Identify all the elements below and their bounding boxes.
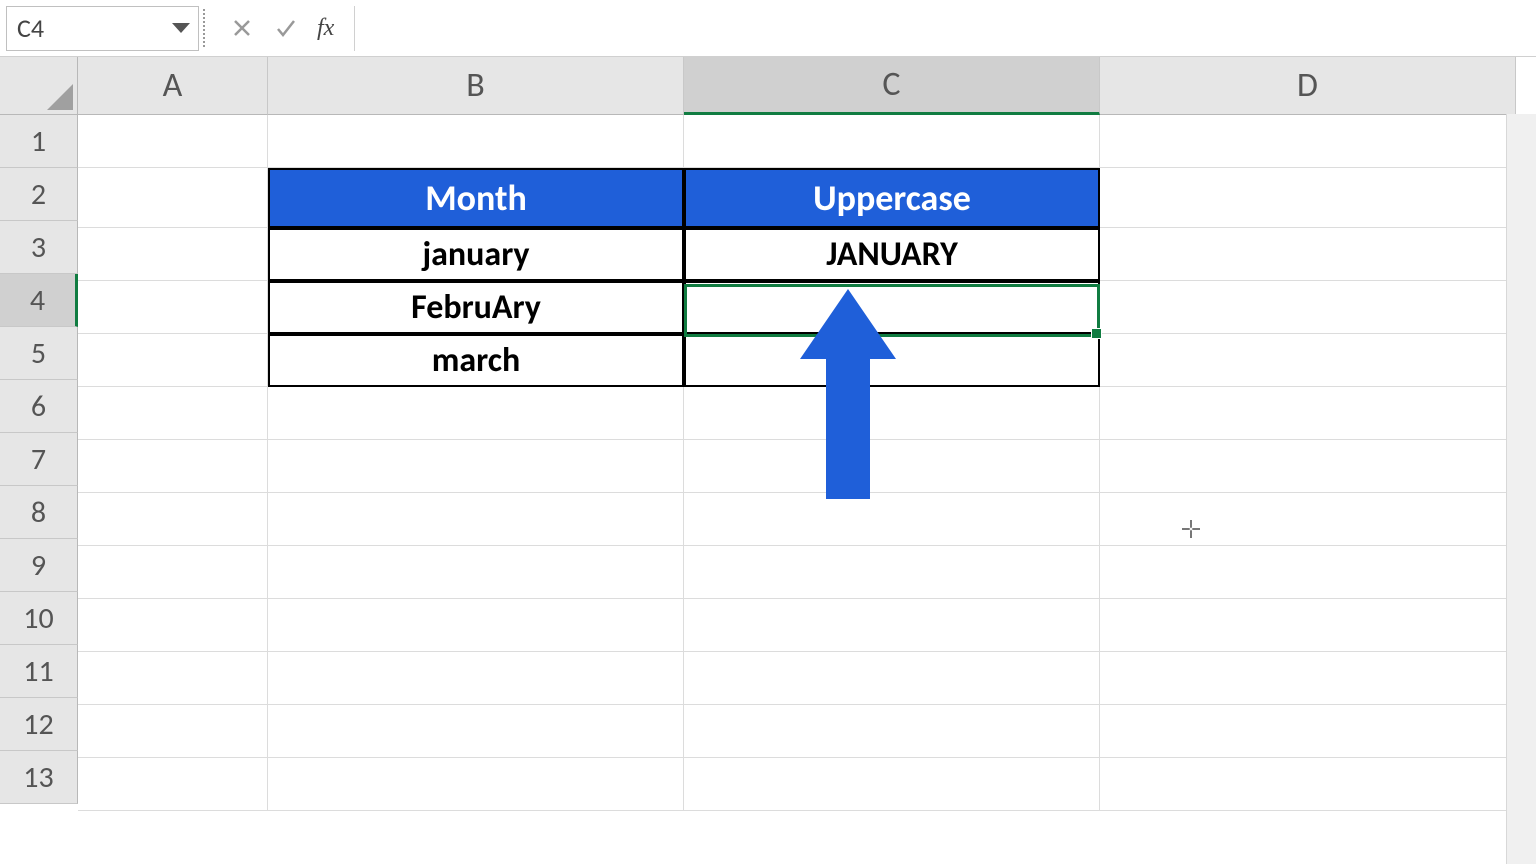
cell-a6[interactable] (78, 387, 268, 440)
row-header-6[interactable]: 6 (0, 380, 78, 433)
cell-c12[interactable] (684, 705, 1100, 758)
separator (203, 6, 213, 51)
cell-b4[interactable]: FebruAry (268, 281, 684, 334)
cell-b10[interactable] (268, 599, 684, 652)
row-4: FebruAry (78, 281, 1516, 334)
cell-a10[interactable] (78, 599, 268, 652)
row-header-10[interactable]: 10 (0, 592, 78, 645)
cell-b3[interactable]: january (268, 228, 684, 281)
row-11 (78, 652, 1516, 705)
row-header-7[interactable]: 7 (0, 433, 78, 486)
formula-buttons: fx (217, 15, 346, 42)
col-header-a[interactable]: A (78, 57, 268, 115)
row-13 (78, 758, 1516, 811)
cell-d2[interactable] (1100, 168, 1516, 228)
row-header-4[interactable]: 4 (0, 274, 78, 327)
cell-d9[interactable] (1100, 546, 1516, 599)
cell-c3[interactable]: JANUARY (684, 228, 1100, 281)
cell-b8[interactable] (268, 493, 684, 546)
row-header-9[interactable]: 9 (0, 539, 78, 592)
row-7 (78, 440, 1516, 493)
cell-b9[interactable] (268, 546, 684, 599)
cursor-plus-icon (1182, 520, 1200, 544)
row-5: march (78, 334, 1516, 387)
cell-a12[interactable] (78, 705, 268, 758)
cell-a11[interactable] (78, 652, 268, 705)
cell-a5[interactable] (78, 334, 268, 387)
cell-d4[interactable] (1100, 281, 1516, 334)
cell-a1[interactable] (78, 115, 268, 168)
row-headers: 1 2 3 4 5 6 7 8 9 10 11 12 13 (0, 115, 78, 804)
col-header-b[interactable]: B (268, 57, 684, 115)
row-header-8[interactable]: 8 (0, 486, 78, 539)
cell-d10[interactable] (1100, 599, 1516, 652)
name-box-value: C4 (17, 12, 44, 44)
cell-d11[interactable] (1100, 652, 1516, 705)
separator (354, 6, 355, 51)
cell-a9[interactable] (78, 546, 268, 599)
formula-input[interactable] (363, 6, 1536, 51)
row-12 (78, 705, 1516, 758)
row-header-11[interactable]: 11 (0, 645, 78, 698)
row-header-12[interactable]: 12 (0, 698, 78, 751)
cell-b2-header-month[interactable]: Month (268, 168, 684, 228)
select-all-triangle-icon (47, 84, 73, 110)
cell-d13[interactable] (1100, 758, 1516, 811)
cell-b7[interactable] (268, 440, 684, 493)
chevron-down-icon[interactable] (172, 23, 190, 33)
cell-d8[interactable] (1100, 493, 1516, 546)
cell-c1[interactable] (684, 115, 1100, 168)
cells-area: Month Uppercase january JANUARY FebruAry… (78, 115, 1516, 811)
cell-d1[interactable] (1100, 115, 1516, 168)
row-header-5[interactable]: 5 (0, 327, 78, 380)
vertical-scrollbar[interactable] (1506, 114, 1536, 864)
cell-a8[interactable] (78, 493, 268, 546)
cell-a13[interactable] (78, 758, 268, 811)
cell-b6[interactable] (268, 387, 684, 440)
row-1 (78, 115, 1516, 168)
select-all-corner[interactable] (0, 57, 78, 115)
cell-b5[interactable]: march (268, 334, 684, 387)
cell-c11[interactable] (684, 652, 1100, 705)
cell-d6[interactable] (1100, 387, 1516, 440)
cancel-icon[interactable] (229, 15, 255, 41)
row-8 (78, 493, 1516, 546)
name-box[interactable]: C4 (6, 6, 199, 51)
row-header-2[interactable]: 2 (0, 168, 78, 221)
col-header-c[interactable]: C (684, 57, 1100, 115)
cell-a4[interactable] (78, 281, 268, 334)
cell-a3[interactable] (78, 228, 268, 281)
col-header-d[interactable]: D (1100, 57, 1516, 115)
cell-d12[interactable] (1100, 705, 1516, 758)
cell-d5[interactable] (1100, 334, 1516, 387)
cell-a2[interactable] (78, 168, 268, 228)
spreadsheet-grid: A B C D 1 2 3 4 5 6 7 8 9 10 11 12 13 Mo… (0, 57, 1536, 864)
column-headers: A B C D (78, 57, 1516, 115)
cell-c13[interactable] (684, 758, 1100, 811)
fx-icon[interactable]: fx (317, 15, 334, 42)
row-header-3[interactable]: 3 (0, 221, 78, 274)
cell-a7[interactable] (78, 440, 268, 493)
row-9 (78, 546, 1516, 599)
formula-bar: C4 fx (0, 0, 1536, 57)
cell-b1[interactable] (268, 115, 684, 168)
cell-d3[interactable] (1100, 228, 1516, 281)
annotation-up-arrow-icon (800, 289, 896, 504)
cell-c2-header-uppercase[interactable]: Uppercase (684, 168, 1100, 228)
row-6 (78, 387, 1516, 440)
cell-c10[interactable] (684, 599, 1100, 652)
row-3: january JANUARY (78, 228, 1516, 281)
cell-b11[interactable] (268, 652, 684, 705)
cell-d7[interactable] (1100, 440, 1516, 493)
enter-icon[interactable] (273, 15, 299, 41)
cell-b12[interactable] (268, 705, 684, 758)
row-2: Month Uppercase (78, 168, 1516, 228)
row-10 (78, 599, 1516, 652)
row-header-13[interactable]: 13 (0, 751, 78, 804)
cell-c9[interactable] (684, 546, 1100, 599)
row-header-1[interactable]: 1 (0, 115, 78, 168)
cell-b13[interactable] (268, 758, 684, 811)
